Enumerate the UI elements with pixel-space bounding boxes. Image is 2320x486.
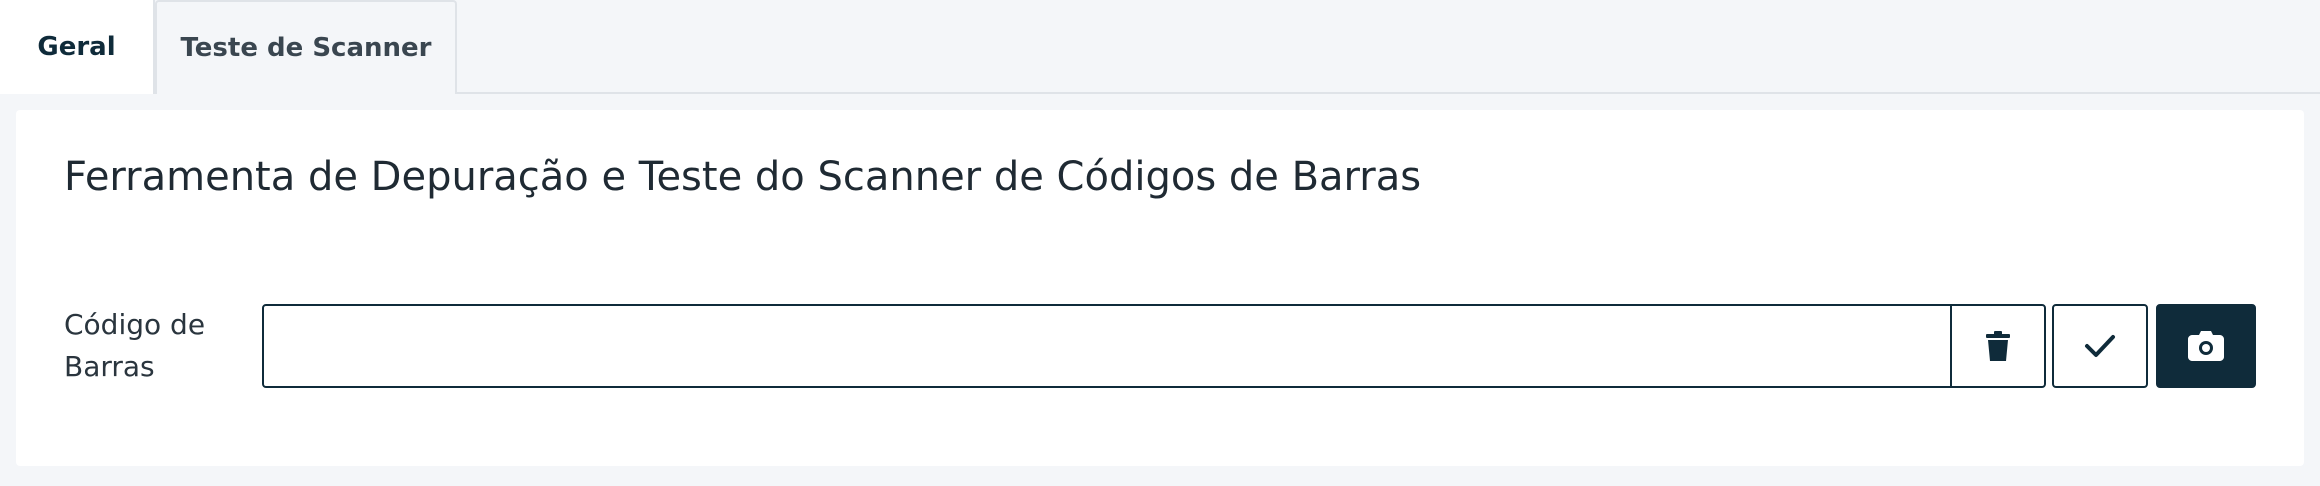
barcode-label: Código de Barras — [64, 308, 206, 383]
trash-icon — [1984, 330, 2012, 362]
camera-icon — [2188, 331, 2224, 361]
confirm-button[interactable] — [2052, 304, 2148, 388]
tab-geral-label: Geral — [37, 32, 116, 62]
camera-button[interactable] — [2156, 304, 2256, 388]
tab-teste-de-scanner-label: Teste de Scanner — [180, 33, 432, 63]
tab-geral[interactable]: Geral — [0, 0, 155, 94]
scanner-test-panel: Ferramenta de Depuração e Teste do Scann… — [16, 110, 2304, 466]
tab-teste-de-scanner[interactable]: Teste de Scanner — [155, 0, 457, 94]
clear-button[interactable] — [1950, 304, 2046, 388]
check-icon — [2084, 333, 2116, 359]
page-title: Ferramenta de Depuração e Teste do Scann… — [64, 154, 1422, 200]
barcode-input[interactable] — [262, 304, 1952, 388]
tab-bar: Geral Teste de Scanner — [0, 0, 2320, 94]
